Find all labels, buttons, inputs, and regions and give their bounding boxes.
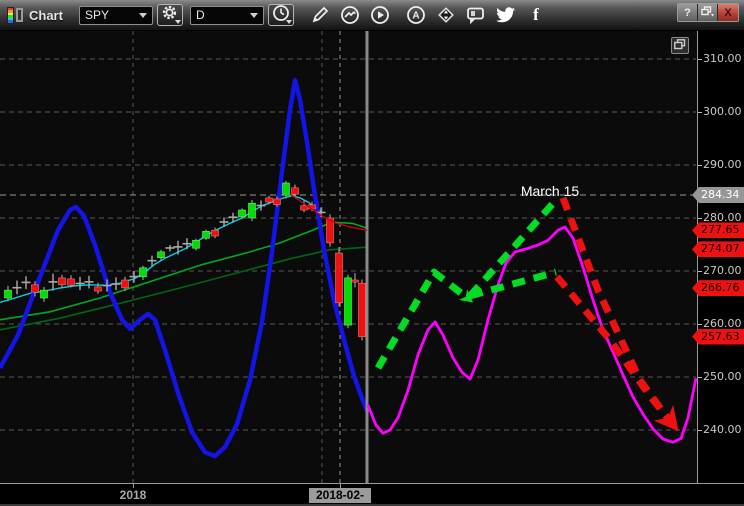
app-icon bbox=[7, 6, 23, 24]
panel-icon bbox=[16, 8, 23, 22]
interval-settings-button[interactable] bbox=[267, 4, 294, 26]
forecast-up-lower bbox=[469, 268, 557, 300]
trend-arrow-icon bbox=[340, 5, 360, 25]
price-chart-canvas[interactable]: March 15 bbox=[0, 31, 698, 483]
cycle-blue bbox=[0, 77, 371, 459]
symbol-combo[interactable]: SPY bbox=[78, 5, 153, 25]
x-axis-label: 2018 bbox=[119, 488, 147, 502]
popout-icon bbox=[674, 37, 686, 55]
titlebar: Chart SPY D A f ? X bbox=[0, 0, 744, 31]
price-tag: 257.63 bbox=[692, 328, 744, 345]
price-tag: 274.07 bbox=[692, 241, 744, 258]
y-axis-tick bbox=[698, 271, 702, 272]
chart-window: Chart SPY D A f ? X March 15 310.00 300.… bbox=[0, 0, 744, 506]
y-axis-label: 290.00 bbox=[703, 158, 742, 171]
chat-bubble-icon bbox=[466, 6, 486, 24]
replay-button[interactable] bbox=[368, 4, 392, 26]
y-axis-label: 260.00 bbox=[703, 317, 742, 330]
y-axis-label: 240.00 bbox=[703, 423, 742, 436]
y-axis-label: 300.00 bbox=[703, 105, 742, 118]
interval-value: D bbox=[195, 8, 205, 22]
window-title: Chart bbox=[29, 7, 63, 23]
y-axis-tick bbox=[698, 112, 702, 113]
chevron-down-icon bbox=[174, 20, 181, 24]
interval-combo[interactable]: D bbox=[189, 5, 264, 25]
y-axis-tick bbox=[698, 165, 702, 166]
popout-button[interactable] bbox=[671, 37, 689, 54]
window-controls: ? X bbox=[677, 3, 739, 22]
y-axis-label: 270.00 bbox=[703, 264, 742, 277]
y-axis-label: 310.00 bbox=[703, 52, 742, 65]
price-tag: 266.76 bbox=[692, 280, 744, 297]
svg-text:A: A bbox=[412, 11, 419, 22]
chevron-down-icon bbox=[249, 12, 258, 18]
y-axis-tick bbox=[698, 218, 702, 219]
annotation-march-15: March 15 bbox=[521, 183, 580, 199]
help-button[interactable]: ? bbox=[678, 4, 698, 21]
chart-area: March 15 310.00 300.00 290.00 280.00 270.00 2… bbox=[0, 31, 744, 483]
y-axis-tick bbox=[698, 59, 702, 60]
comments-button[interactable] bbox=[464, 4, 488, 26]
magenta-forecast bbox=[366, 225, 698, 444]
price-tag: 277.65 bbox=[692, 222, 744, 239]
draw-tool-button[interactable] bbox=[308, 4, 332, 26]
y-axis-label: 250.00 bbox=[703, 370, 742, 383]
twitter-icon bbox=[496, 7, 516, 23]
price-tag: 284.34 bbox=[692, 186, 744, 203]
forecast-up-leg bbox=[374, 268, 469, 370]
chevron-down-icon bbox=[285, 20, 292, 24]
x-axis-label: 2018-02-05 bbox=[309, 488, 371, 504]
facebook-share-button[interactable]: f bbox=[524, 4, 548, 26]
rainbow-bars-icon bbox=[7, 6, 14, 24]
chevron-down-icon bbox=[138, 12, 147, 18]
forecast-down-upper bbox=[559, 196, 667, 416]
twitter-share-button[interactable] bbox=[494, 4, 518, 26]
forecast-down-lower bbox=[554, 274, 671, 421]
y-axis-tick bbox=[698, 430, 702, 431]
y-axis-tick bbox=[698, 324, 702, 325]
diamond-arrows-icon bbox=[436, 5, 456, 25]
date-axis[interactable]: 2018 2018-02-05 bbox=[0, 483, 744, 504]
play-icon bbox=[370, 5, 390, 25]
close-button[interactable]: X bbox=[718, 4, 738, 21]
pencil-icon bbox=[311, 6, 329, 24]
text-tool-button[interactable]: A bbox=[404, 4, 428, 26]
facebook-icon: f bbox=[533, 5, 539, 24]
y-axis-label: 280.00 bbox=[703, 211, 742, 224]
candles bbox=[4, 180, 366, 341]
restore-icon bbox=[701, 5, 714, 20]
y-axis-tick bbox=[698, 377, 702, 378]
letter-a-icon: A bbox=[406, 5, 426, 25]
symbol-value: SPY bbox=[84, 8, 109, 22]
restore-button[interactable] bbox=[698, 4, 718, 21]
markers-button[interactable] bbox=[434, 4, 458, 26]
symbol-settings-button[interactable] bbox=[156, 4, 183, 26]
trend-tool-button[interactable] bbox=[338, 4, 362, 26]
